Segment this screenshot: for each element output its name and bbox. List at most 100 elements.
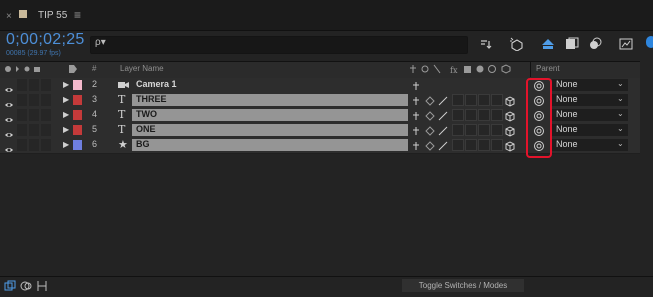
camera-layer-icon bbox=[118, 78, 130, 93]
label-color-swatch[interactable] bbox=[73, 95, 82, 105]
layer-switches-pane-icon[interactable] bbox=[4, 279, 16, 291]
layer-name[interactable]: TWO bbox=[136, 109, 157, 119]
shy-switch-icon[interactable] bbox=[410, 124, 422, 136]
motion-blur-switch[interactable] bbox=[478, 109, 490, 121]
collapse-switch-icon[interactable] bbox=[424, 109, 436, 121]
solo-toggle[interactable] bbox=[29, 139, 39, 151]
lock-toggle[interactable] bbox=[41, 94, 51, 106]
shy-switch-icon[interactable] bbox=[410, 79, 422, 91]
adjustment-switch[interactable] bbox=[491, 139, 503, 151]
collapse-switch-icon[interactable] bbox=[424, 124, 436, 136]
lock-toggle[interactable] bbox=[41, 109, 51, 121]
3d-layer-switch-icon[interactable] bbox=[504, 109, 516, 122]
layer-name[interactable]: BG bbox=[136, 139, 150, 149]
comp-mini-flowchart-icon[interactable] bbox=[478, 36, 496, 52]
3d-layer-switch-icon[interactable] bbox=[504, 124, 516, 137]
frame-blend-switch[interactable] bbox=[465, 109, 477, 121]
adjustment-switch[interactable] bbox=[491, 94, 503, 106]
switches-header-icons: fx bbox=[410, 64, 520, 76]
adjustment-switch[interactable] bbox=[491, 109, 503, 121]
adjustment-switch[interactable] bbox=[491, 124, 503, 136]
effects-switch[interactable] bbox=[452, 124, 464, 136]
chevron-down-icon: ⌄ bbox=[617, 109, 624, 118]
label-color-swatch[interactable] bbox=[73, 140, 82, 150]
collapse-switch-icon[interactable] bbox=[424, 94, 436, 106]
layer-column-header: # Layer Name fx Parent bbox=[0, 61, 640, 79]
audio-toggle[interactable] bbox=[17, 109, 27, 121]
layer-name[interactable]: Camera 1 bbox=[136, 79, 177, 89]
shy-switch-icon[interactable] bbox=[410, 139, 422, 151]
panel-menu-icon[interactable]: ≡ bbox=[74, 8, 81, 22]
layer-number: 3 bbox=[92, 94, 98, 104]
effects-switch[interactable] bbox=[452, 94, 464, 106]
layer-name[interactable]: THREE bbox=[136, 94, 167, 104]
solo-toggle[interactable] bbox=[29, 109, 39, 121]
expand-triangle-icon[interactable]: ▶ bbox=[63, 95, 69, 104]
hide-shy-layers-icon[interactable] bbox=[539, 36, 557, 52]
frame-blend-switch[interactable] bbox=[465, 94, 477, 106]
3d-layer-switch-icon[interactable] bbox=[504, 139, 516, 152]
lock-toggle[interactable] bbox=[41, 79, 51, 91]
quality-switch-icon[interactable] bbox=[437, 139, 449, 151]
transfer-controls-pane-icon[interactable] bbox=[20, 279, 32, 291]
layer-number: 5 bbox=[92, 124, 98, 134]
label-color-swatch[interactable] bbox=[73, 125, 82, 135]
chevron-down-icon: ⌄ bbox=[617, 94, 624, 103]
collapse-switch-icon[interactable] bbox=[424, 139, 436, 151]
quality-switch-icon[interactable] bbox=[437, 109, 449, 121]
audio-toggle[interactable] bbox=[17, 124, 27, 136]
frame-blend-switch[interactable] bbox=[465, 124, 477, 136]
graph-editor-icon[interactable] bbox=[617, 36, 635, 52]
layer-name[interactable]: ONE bbox=[136, 124, 156, 134]
tab-close-icon[interactable]: × bbox=[6, 11, 12, 22]
layer-name-header[interactable]: Layer Name bbox=[120, 64, 164, 73]
3d-layer-switch-icon[interactable] bbox=[504, 94, 516, 107]
lock-toggle[interactable] bbox=[41, 124, 51, 136]
text-layer-icon: T bbox=[118, 123, 126, 136]
timeline-bottom-bar bbox=[0, 276, 653, 296]
frame-rate-readout: 00085 (29.97 fps) bbox=[6, 50, 61, 57]
label-color-swatch[interactable] bbox=[73, 80, 82, 90]
expand-triangle-icon[interactable]: ▶ bbox=[63, 80, 69, 89]
parent-dropdown-value: None bbox=[556, 79, 578, 89]
frame-blend-switch[interactable] bbox=[465, 139, 477, 151]
toggle-switches-modes-button[interactable]: Toggle Switches / Modes bbox=[402, 279, 524, 292]
effects-switch[interactable] bbox=[452, 109, 464, 121]
expand-triangle-icon[interactable]: ▶ bbox=[63, 110, 69, 119]
solo-toggle[interactable] bbox=[29, 79, 39, 91]
text-layer-icon: T bbox=[118, 93, 126, 106]
parent-dropdown-value: None bbox=[556, 94, 578, 104]
shy-switch-icon[interactable] bbox=[410, 109, 422, 121]
motion-blur-switch[interactable] bbox=[478, 124, 490, 136]
current-time-display[interactable]: 0;00;02;25 bbox=[6, 31, 85, 49]
parent-dropdown-value: None bbox=[556, 124, 578, 134]
solo-toggle[interactable] bbox=[29, 94, 39, 106]
quality-switch-icon[interactable] bbox=[437, 124, 449, 136]
audio-toggle[interactable] bbox=[17, 94, 27, 106]
layer-number-header: # bbox=[92, 64, 97, 73]
solo-toggle[interactable] bbox=[29, 124, 39, 136]
expand-triangle-icon[interactable]: ▶ bbox=[63, 140, 69, 149]
layer-search-input[interactable] bbox=[90, 36, 468, 54]
motion-blur-icon[interactable] bbox=[586, 36, 604, 52]
parent-column-header: Parent bbox=[536, 64, 560, 73]
label-color-swatch[interactable] bbox=[73, 110, 82, 120]
tab-composition-title[interactable]: TIP 55 bbox=[38, 10, 67, 21]
shy-switch-icon[interactable] bbox=[410, 94, 422, 106]
in-out-duration-pane-icon[interactable] bbox=[36, 279, 48, 291]
draft-3d-icon[interactable] bbox=[508, 36, 526, 52]
shape-layer-icon: ★ bbox=[118, 138, 128, 151]
panel-scroll-indicator[interactable] bbox=[646, 36, 653, 48]
motion-blur-switch[interactable] bbox=[478, 94, 490, 106]
audio-toggle[interactable] bbox=[17, 139, 27, 151]
lock-toggle[interactable] bbox=[41, 139, 51, 151]
expand-triangle-icon[interactable]: ▶ bbox=[63, 125, 69, 134]
quality-switch-icon[interactable] bbox=[437, 94, 449, 106]
frame-blending-icon[interactable] bbox=[563, 36, 581, 52]
visibility-eye-icon[interactable] bbox=[4, 141, 14, 159]
effects-switch[interactable] bbox=[452, 139, 464, 151]
header-divider bbox=[530, 62, 531, 77]
audio-toggle[interactable] bbox=[17, 79, 27, 91]
motion-blur-switch[interactable] bbox=[478, 139, 490, 151]
parent-dropdown-value: None bbox=[556, 139, 578, 149]
